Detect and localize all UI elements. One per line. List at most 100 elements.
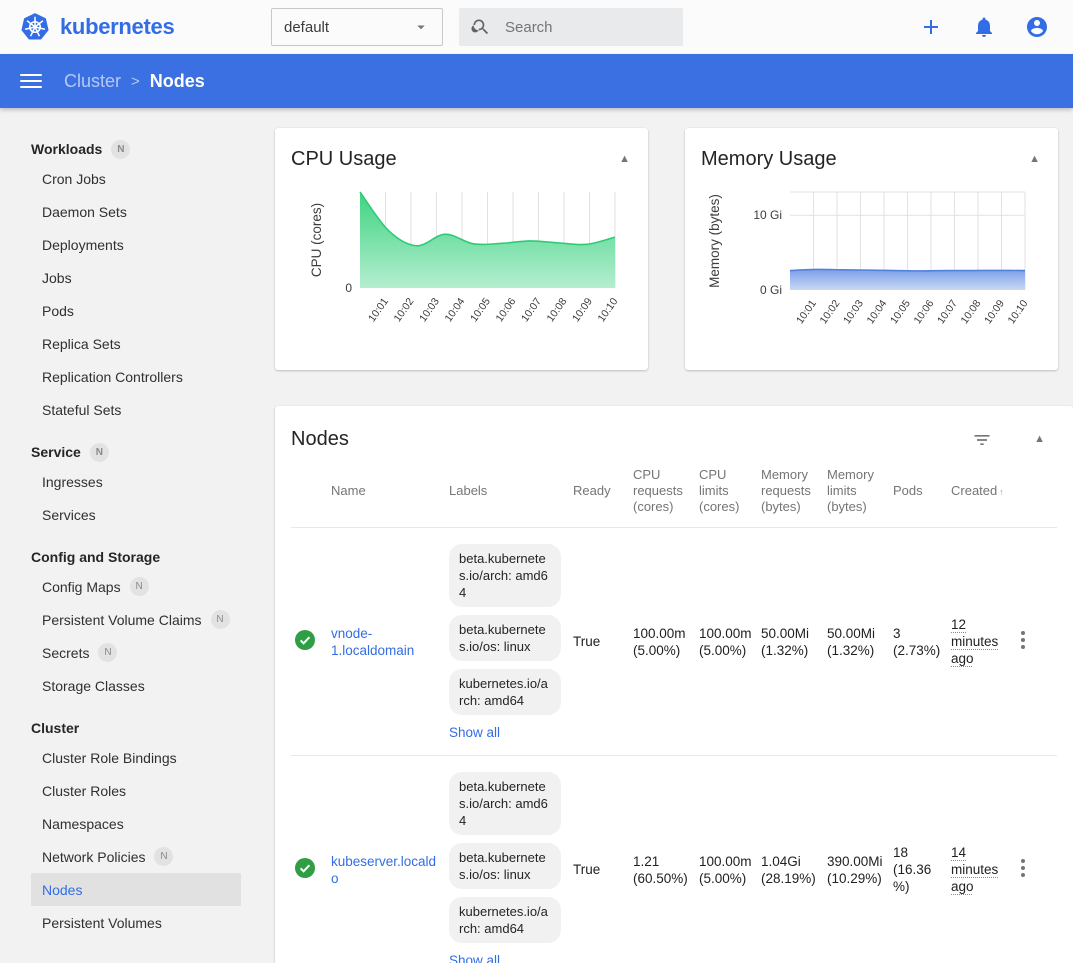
svg-text:10:10: 10:10: [596, 296, 621, 325]
sidebar-item-replication-controllers[interactable]: Replication Controllers: [31, 360, 241, 393]
user-account-button[interactable]: [1025, 15, 1049, 39]
sidebar-item-cluster-role-bindings[interactable]: Cluster Role Bindings: [31, 741, 241, 774]
filter-button[interactable]: [972, 430, 992, 450]
memory-usage-title: Memory Usage: [701, 148, 837, 171]
svg-text:10:01: 10:01: [366, 296, 391, 325]
column-header-pods[interactable]: Pods: [893, 451, 951, 528]
main-content: CPU Usage ▲ 10:0110:0210:0310:0410:0510:…: [260, 108, 1073, 963]
svg-text:0 Gi: 0 Gi: [760, 283, 782, 297]
sidebar-item-config-maps[interactable]: Config MapsN: [31, 570, 241, 603]
column-header-labels[interactable]: Labels: [449, 451, 573, 528]
sidebar-item-label: Deployments: [42, 237, 124, 253]
sidebar-item-services[interactable]: Services: [31, 498, 241, 531]
breadcrumb-parent[interactable]: Cluster: [64, 71, 121, 92]
svg-text:10:04: 10:04: [865, 298, 890, 327]
memory-requests-value: 50.00Mi (1.32%): [761, 528, 827, 756]
sidebar-item-deployments[interactable]: Deployments: [31, 228, 241, 261]
column-header-memory-limits-bytes[interactable]: Memory limits (bytes): [827, 451, 893, 528]
sidebar-item-stateful-sets[interactable]: Stateful Sets: [31, 393, 241, 426]
column-header-name[interactable]: Name: [331, 451, 449, 528]
sidebar-item-namespaces[interactable]: Namespaces: [31, 807, 241, 840]
sidebar-item-cluster-roles[interactable]: Cluster Roles: [31, 774, 241, 807]
sidebar-group-workloads: WorkloadsN: [0, 136, 260, 162]
node-ready-value: True: [573, 756, 633, 963]
sidebar: WorkloadsNCron JobsDaemon Sets Deployment…: [0, 108, 260, 963]
node-row-kubeserver-localdo: kubeserver.localdobeta.kubernetes.io/arc…: [291, 756, 1057, 963]
sidebar-group-config-and-storage: Config and Storage: [0, 544, 260, 570]
label-chip: beta.kubernetes.io/os: linux: [449, 615, 561, 661]
sidebar-item-label: Namespaces: [42, 816, 124, 832]
cpu-usage-card: CPU Usage ▲ 10:0110:0210:0310:0410:0510:…: [275, 128, 648, 370]
notifications-button[interactable]: [972, 15, 996, 39]
sidebar-item-label: Pods: [42, 303, 74, 319]
node-name-link[interactable]: kubeserver.localdo: [331, 853, 441, 887]
sidebar-item-label: Nodes: [42, 882, 82, 898]
column-header-ready[interactable]: Ready: [573, 451, 633, 528]
svg-text:10:06: 10:06: [912, 298, 937, 327]
sidebar-item-persistent-volume-claims[interactable]: Persistent Volume Claims N: [31, 603, 241, 636]
sidebar-item-persistent-volumes[interactable]: Persistent Volumes: [31, 906, 241, 939]
cpu-usage-chart: 10:0110:0210:0310:0410:0510:0610:0710:08…: [291, 177, 632, 345]
menu-toggle-button[interactable]: [20, 70, 42, 92]
svg-text:10:10: 10:10: [1006, 298, 1031, 327]
sidebar-item-label: Storage Classes: [42, 678, 145, 694]
memory-requests-value: 1.04Gi (28.19%): [761, 756, 827, 963]
brand-wordmark: kubernetes: [60, 14, 174, 40]
namespaced-badge: N: [211, 610, 230, 629]
sidebar-item-secrets[interactable]: SecretsN: [31, 636, 241, 669]
memory-limits-value: 390.00Mi (10.29%): [827, 756, 893, 963]
svg-text:10:07: 10:07: [519, 296, 544, 325]
nodes-table: NameLabelsReadyCPU requests (cores)CPU l…: [291, 451, 1057, 963]
svg-text:10:07: 10:07: [935, 298, 960, 327]
sort-arrow-icon: ↑: [999, 487, 1004, 497]
sidebar-item-jobs[interactable]: Jobs: [31, 261, 241, 294]
column-header-cpu-requests-cores[interactable]: CPU requests (cores): [633, 451, 699, 528]
sidebar-group-label: Config and Storage: [31, 549, 160, 565]
sidebar-item-label: Persistent Volume Claims: [42, 612, 202, 628]
sidebar-item-label: Cluster Roles: [42, 783, 126, 799]
svg-text:0: 0: [345, 281, 352, 295]
svg-text:10:08: 10:08: [545, 296, 570, 325]
column-header-memory-requests-bytes[interactable]: Memory requests (bytes): [761, 451, 827, 528]
sidebar-item-label: Replication Controllers: [42, 369, 183, 385]
collapse-nodes-panel-icon[interactable]: ▲: [1034, 434, 1045, 445]
kubernetes-logo[interactable]: kubernetes: [20, 12, 271, 42]
sidebar-item-storage-classes[interactable]: Storage Classes: [31, 669, 241, 702]
row-menu-button[interactable]: [1013, 628, 1033, 652]
sidebar-item-ingresses[interactable]: Ingresses: [31, 465, 241, 498]
sidebar-item-network-policies[interactable]: Network PoliciesN: [31, 840, 241, 873]
row-menu-button[interactable]: [1013, 856, 1033, 880]
show-all-labels-link[interactable]: Show all: [449, 724, 500, 741]
vertical-dots-icon: [1013, 628, 1033, 652]
namespace-dropdown[interactable]: default: [271, 8, 443, 46]
svg-text:10:08: 10:08: [959, 298, 984, 327]
breadcrumb-separator: >: [131, 73, 140, 90]
memory-usage-chart: 10:0110:0210:0310:0410:0510:0610:0710:08…: [701, 177, 1042, 345]
create-resource-button[interactable]: [919, 15, 943, 39]
search-bar[interactable]: [459, 8, 683, 46]
node-name-link[interactable]: vnode-1.localdomain: [331, 625, 441, 659]
sidebar-item-pods[interactable]: Pods: [31, 294, 241, 327]
column-header-cpu-limits-cores[interactable]: CPU limits (cores): [699, 451, 761, 528]
namespaced-badge: N: [98, 643, 117, 662]
show-all-labels-link[interactable]: Show all: [449, 952, 500, 963]
node-ready-value: True: [573, 528, 633, 756]
column-header-created[interactable]: Created↑: [951, 451, 1013, 528]
search-input[interactable]: [505, 19, 645, 36]
collapse-cpu-card-icon[interactable]: ▲: [619, 154, 630, 165]
sidebar-item-replica-sets[interactable]: Replica Sets: [31, 327, 241, 360]
bell-icon: [972, 15, 996, 39]
svg-text:10:04: 10:04: [443, 296, 468, 325]
label-chip: kubernetes.io/arch: amd64: [449, 897, 561, 943]
created-timestamp: 12 minutes ago: [951, 617, 998, 666]
label-chip: beta.kubernetes.io/arch: amd64: [449, 772, 561, 835]
label-chip: beta.kubernetes.io/arch: amd64: [449, 544, 561, 607]
filter-list-icon: [972, 430, 992, 450]
sidebar-item-daemon-sets[interactable]: Daemon Sets: [31, 195, 241, 228]
sidebar-item-cron-jobs[interactable]: Cron Jobs: [31, 162, 241, 195]
cpu-limits-value: 100.00m (5.00%): [699, 528, 761, 756]
chevron-down-icon: [412, 18, 430, 36]
pods-value: 3 (2.73%): [893, 528, 951, 756]
collapse-memory-card-icon[interactable]: ▲: [1029, 154, 1040, 165]
sidebar-item-nodes[interactable]: Nodes: [31, 873, 241, 906]
